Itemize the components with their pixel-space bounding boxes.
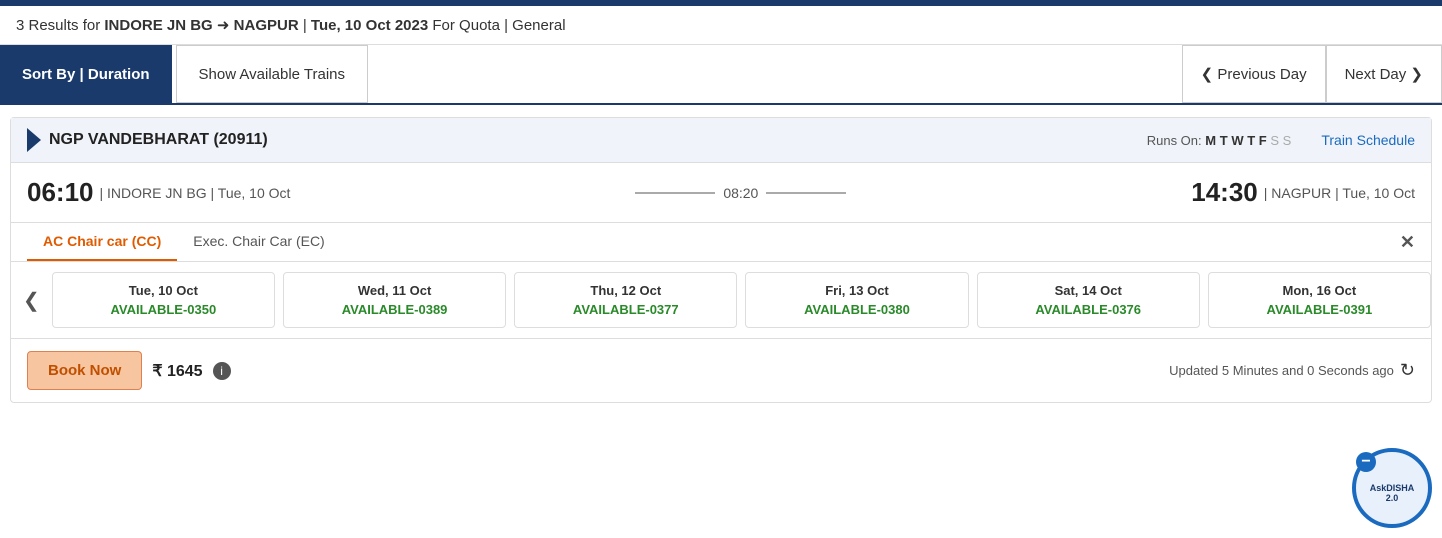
arrive-station: | NAGPUR | Tue, 10 Oct — [1264, 185, 1415, 201]
booking-bar: Book Now ₹ 1645 i Updated 5 Minutes and … — [11, 338, 1431, 402]
previous-day-button[interactable]: ❮ Previous Day — [1182, 45, 1326, 103]
price-value: 1645 — [167, 363, 203, 380]
sort-by-duration-button[interactable]: Sort By | Duration — [0, 45, 172, 103]
separator1: | — [303, 17, 311, 34]
close-button[interactable]: ✕ — [1400, 232, 1415, 253]
disha-bot: − AskDISHA2.0 — [1352, 448, 1442, 538]
class-tabs: AC Chair car (CC) Exec. Chair Car (EC) ✕ — [11, 222, 1431, 261]
day-W: W — [1231, 133, 1243, 148]
avail-cell-2[interactable]: Thu, 12 Oct AVAILABLE-0377 — [514, 272, 737, 328]
runs-on-label: Runs On: — [1147, 133, 1202, 148]
avail-cell-5[interactable]: Mon, 16 Oct AVAILABLE-0391 — [1208, 272, 1431, 328]
avail-cell-1[interactable]: Wed, 11 Oct AVAILABLE-0389 — [283, 272, 506, 328]
avail-status-4: AVAILABLE-0376 — [990, 302, 1187, 317]
minus-badge: − — [1356, 452, 1376, 472]
avail-cell-0[interactable]: Tue, 10 Oct AVAILABLE-0350 — [52, 272, 275, 328]
train-timing: 06:10 | INDORE JN BG | Tue, 10 Oct 08:20… — [11, 163, 1431, 222]
train-name: NGP VANDEBHARAT (20911) — [49, 131, 1127, 149]
train-card: NGP VANDEBHARAT (20911) Runs On: M T W T… — [10, 117, 1432, 403]
next-day-button[interactable]: Next Day ❯ — [1326, 45, 1442, 103]
duration-block: 08:20 — [290, 185, 1191, 201]
search-date: Tue, 10 Oct 2023 — [311, 17, 428, 34]
avail-cell-4[interactable]: Sat, 14 Oct AVAILABLE-0376 — [977, 272, 1200, 328]
day-S2: S — [1283, 133, 1292, 148]
updated-text: Updated 5 Minutes and 0 Seconds ago — [1169, 363, 1394, 378]
avail-status-5: AVAILABLE-0391 — [1221, 302, 1418, 317]
avail-date-2: Thu, 12 Oct — [527, 283, 724, 298]
for-quota-text: For Quota — [432, 17, 504, 34]
duration-line-left — [635, 192, 715, 194]
tab-exec-chair-car[interactable]: Exec. Chair Car (EC) — [177, 223, 340, 261]
info-icon[interactable]: i — [213, 362, 231, 380]
quota-type: General — [512, 17, 565, 34]
show-available-trains-button[interactable]: Show Available Trains — [176, 45, 368, 103]
results-count: 3 Results for — [16, 17, 100, 34]
header-triangle-icon — [27, 128, 41, 152]
avail-status-2: AVAILABLE-0377 — [527, 302, 724, 317]
avail-date-4: Sat, 14 Oct — [990, 283, 1187, 298]
day-T2: T — [1247, 133, 1255, 148]
day-F: F — [1259, 133, 1267, 148]
runs-on: Runs On: M T W T F S S — [1147, 133, 1292, 148]
availability-prev-arrow[interactable]: ❮ — [11, 288, 52, 313]
day-T1: T — [1220, 133, 1228, 148]
train-header: NGP VANDEBHARAT (20911) Runs On: M T W T… — [11, 118, 1431, 163]
day-S1: S — [1270, 133, 1279, 148]
route-arrow: ➜ — [217, 17, 230, 34]
avail-date-1: Wed, 11 Oct — [296, 283, 493, 298]
route-from: INDORE JN BG — [104, 17, 212, 34]
avail-date-0: Tue, 10 Oct — [65, 283, 262, 298]
book-now-button[interactable]: Book Now — [27, 351, 142, 390]
avail-date-5: Mon, 16 Oct — [1221, 283, 1418, 298]
arrive-time: 14:30 — [1191, 177, 1258, 208]
results-header: 3 Results for INDORE JN BG ➜ NAGPUR | Tu… — [0, 6, 1442, 45]
separator2: | — [504, 17, 512, 34]
disha-label: AskDISHA2.0 — [1370, 483, 1415, 503]
duration-text: 08:20 — [715, 185, 766, 201]
avail-status-3: AVAILABLE-0380 — [758, 302, 955, 317]
route-to: NAGPUR — [234, 17, 299, 34]
train-schedule-link[interactable]: Train Schedule — [1321, 132, 1415, 148]
availability-section: ❮ Tue, 10 Oct AVAILABLE-0350 Wed, 11 Oct… — [11, 261, 1431, 338]
availability-grid: Tue, 10 Oct AVAILABLE-0350 Wed, 11 Oct A… — [52, 272, 1431, 328]
avail-cell-3[interactable]: Fri, 13 Oct AVAILABLE-0380 — [745, 272, 968, 328]
booking-bar-left: Book Now ₹ 1645 i — [27, 351, 231, 390]
toolbar: Sort By | Duration Show Available Trains… — [0, 45, 1442, 105]
depart-station: | INDORE JN BG | Tue, 10 Oct — [100, 185, 291, 201]
refresh-icon[interactable]: ↻ — [1400, 360, 1415, 381]
duration-line-right — [766, 192, 846, 194]
depart-time: 06:10 — [27, 177, 94, 208]
avail-date-3: Fri, 13 Oct — [758, 283, 955, 298]
avail-status-0: AVAILABLE-0350 — [65, 302, 262, 317]
avail-status-1: AVAILABLE-0389 — [296, 302, 493, 317]
currency-symbol: ₹ — [152, 363, 162, 380]
day-M: M — [1205, 133, 1216, 148]
price-text: ₹ 1645 — [152, 361, 202, 381]
tab-ac-chair-car[interactable]: AC Chair car (CC) — [27, 223, 177, 261]
booking-bar-right: Updated 5 Minutes and 0 Seconds ago ↻ — [1169, 360, 1415, 381]
disha-circle: − AskDISHA2.0 — [1352, 448, 1432, 528]
